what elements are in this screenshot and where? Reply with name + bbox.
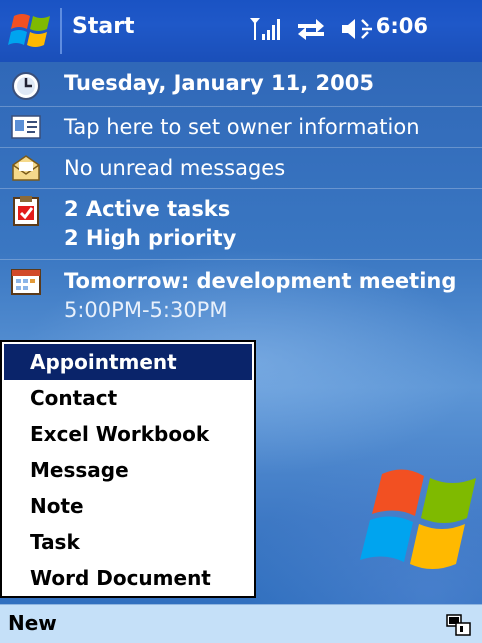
command-bar: New bbox=[0, 604, 482, 643]
windows-logo bbox=[360, 469, 476, 569]
envelope-icon bbox=[12, 155, 40, 181]
task-clipboard-icon bbox=[13, 196, 39, 226]
active-tasks-text: 2 Active tasks bbox=[64, 197, 231, 221]
date-text: Tuesday, January 11, 2005 bbox=[64, 71, 374, 95]
windows-flag-icon[interactable] bbox=[8, 10, 58, 52]
appointment-time: 5:00PM-5:30PM bbox=[64, 298, 228, 322]
owner-info-text: Tap here to set owner information bbox=[64, 115, 420, 139]
tasks-row[interactable]: 2 Active tasks 2 High priority bbox=[0, 189, 482, 259]
input-panel-icon[interactable] bbox=[446, 614, 472, 636]
volume-icon[interactable] bbox=[340, 16, 374, 42]
menu-item-excel-workbook[interactable]: Excel Workbook bbox=[2, 416, 254, 452]
calendar-icon bbox=[11, 269, 41, 295]
signal-icon[interactable] bbox=[248, 16, 282, 42]
owner-row[interactable]: Tap here to set owner information bbox=[0, 107, 482, 147]
new-button[interactable]: New bbox=[8, 611, 57, 635]
messages-text: No unread messages bbox=[64, 156, 286, 180]
menu-item-message[interactable]: Message bbox=[2, 452, 254, 488]
start-button[interactable]: Start bbox=[72, 14, 135, 39]
menu-item-note[interactable]: Note bbox=[2, 488, 254, 524]
title-separator bbox=[60, 8, 62, 54]
messages-row[interactable]: No unread messages bbox=[0, 148, 482, 188]
title-bar: Start 6:06 bbox=[0, 0, 482, 62]
clock-icon bbox=[12, 72, 40, 100]
calendar-row[interactable]: Tomorrow: development meeting 5:00PM-5:3… bbox=[0, 260, 482, 330]
connectivity-icon[interactable] bbox=[296, 16, 326, 42]
menu-item-word-document[interactable]: Word Document bbox=[2, 560, 254, 596]
high-priority-text: 2 High priority bbox=[64, 226, 237, 250]
clock[interactable]: 6:06 bbox=[376, 14, 428, 38]
new-menu: Appointment Contact Excel Workbook Messa… bbox=[0, 340, 256, 598]
menu-item-contact[interactable]: Contact bbox=[2, 380, 254, 416]
menu-item-appointment[interactable]: Appointment bbox=[4, 344, 252, 380]
appointment-title: Tomorrow: development meeting bbox=[64, 269, 457, 293]
menu-item-task[interactable]: Task bbox=[2, 524, 254, 560]
owner-card-icon bbox=[11, 115, 41, 139]
date-row[interactable]: Tuesday, January 11, 2005 bbox=[0, 62, 482, 106]
